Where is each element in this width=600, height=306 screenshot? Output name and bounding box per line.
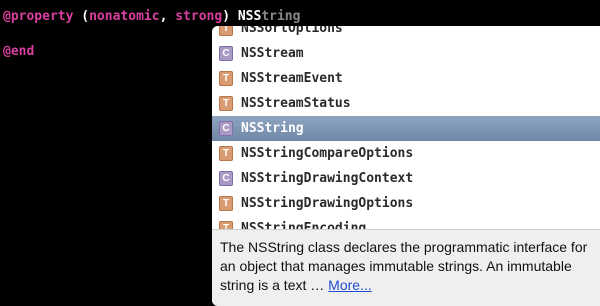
completion-item[interactable]: C NSStringDrawingContext bbox=[212, 166, 600, 191]
attributes-close: ) bbox=[222, 9, 238, 24]
completion-item[interactable]: T NSStreamEvent bbox=[212, 66, 600, 91]
code-line-property[interactable]: @property (nonatomic, strong) NSString bbox=[3, 9, 300, 25]
completion-item-label: NSStringDrawingContext bbox=[241, 171, 414, 186]
completion-ghost-text: tring bbox=[261, 9, 301, 24]
more-link[interactable]: More... bbox=[328, 277, 372, 293]
completion-item-label: NSString bbox=[241, 121, 304, 136]
completion-item-label: NSStreamStatus bbox=[241, 96, 351, 111]
completion-item-label: NSStream bbox=[241, 46, 304, 61]
typedef-symbol-icon: T bbox=[219, 196, 233, 211]
description-text: The NSString class declares the programm… bbox=[220, 239, 588, 293]
completion-item-label: NSSortOptions bbox=[241, 26, 343, 36]
completion-item[interactable]: T NSStringDrawingOptions bbox=[212, 191, 600, 216]
class-symbol-icon: C bbox=[219, 121, 233, 136]
completion-item-label: NSStringDrawingOptions bbox=[241, 196, 414, 211]
typedef-symbol-icon: T bbox=[219, 221, 233, 229]
completion-item[interactable]: T NSSortOptions bbox=[212, 26, 600, 41]
completion-list[interactable]: T NSSortOptions C NSStream T NSStreamEvent T NS… bbox=[212, 26, 600, 229]
completion-item-label: NSStringEncoding bbox=[241, 221, 367, 229]
code-completion-popup[interactable]: T NSSortOptions C NSStream T NSStreamEvent T NS… bbox=[212, 26, 600, 306]
keyword-nonatomic: nonatomic bbox=[89, 9, 160, 24]
keyword-end: @end bbox=[3, 44, 35, 59]
typed-text: NSS bbox=[237, 9, 262, 24]
completion-item-label: NSStreamEvent bbox=[241, 71, 343, 86]
class-symbol-icon: C bbox=[219, 46, 233, 61]
completion-item-label: NSStringCompareOptions bbox=[241, 146, 414, 161]
completion-item[interactable]: C NSString bbox=[212, 116, 600, 141]
class-symbol-icon: C bbox=[219, 171, 233, 186]
attributes-open: ( bbox=[73, 9, 90, 24]
typedef-symbol-icon: T bbox=[219, 96, 233, 111]
typedef-symbol-icon: T bbox=[219, 146, 233, 161]
completion-item[interactable]: T NSStreamStatus bbox=[212, 91, 600, 116]
typedef-symbol-icon: T bbox=[219, 71, 233, 86]
code-line-end[interactable]: @end bbox=[3, 44, 34, 60]
keyword-property: @property bbox=[3, 9, 74, 24]
completion-item[interactable]: T NSStringCompareOptions bbox=[212, 141, 600, 166]
completion-description: The NSString class declares the programm… bbox=[212, 229, 600, 306]
typedef-symbol-icon: T bbox=[219, 26, 233, 36]
completion-item[interactable]: T NSStringEncoding bbox=[212, 216, 600, 229]
completion-item[interactable]: C NSStream bbox=[212, 41, 600, 66]
keyword-strong: strong bbox=[175, 9, 223, 24]
attributes-comma: , bbox=[159, 9, 176, 24]
